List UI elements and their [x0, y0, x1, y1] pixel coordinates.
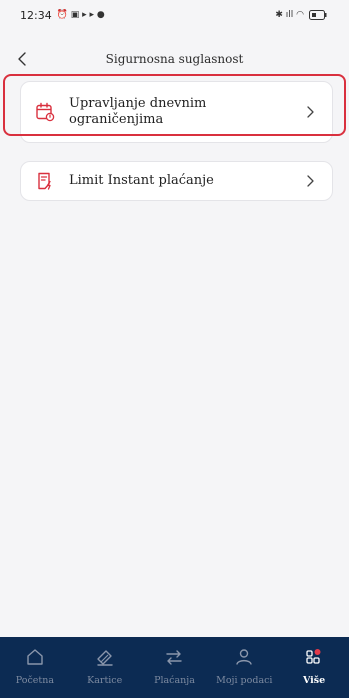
status-right: ✱ ıll ◠	[275, 10, 327, 20]
nav-item-home[interactable]: Početna	[0, 637, 70, 698]
nav-item-cards[interactable]: Kartice	[70, 637, 140, 698]
nav-label: Kartice	[87, 675, 123, 686]
nav-label: Plaćanja	[154, 675, 195, 686]
user-icon	[236, 649, 252, 665]
nav-label: Početna	[15, 675, 55, 686]
status-time: 12:34	[20, 8, 52, 22]
status-left: 12:34 ⏰ ▣ ▸ ▸ ●	[20, 9, 105, 22]
instant-payment-icon	[38, 172, 51, 190]
more-grid-icon	[306, 649, 321, 664]
back-button[interactable]	[10, 46, 34, 72]
menu-item-instant-payment-limit[interactable]: Limit Instant plaćanje	[20, 161, 333, 201]
nav-label: Moji podaci	[216, 675, 273, 686]
chevron-right-icon	[307, 175, 314, 187]
status-bar: 12:34 ⏰ ▣ ▸ ▸ ● ✱ ıll ◠	[0, 0, 349, 30]
chevron-right-icon	[307, 106, 314, 118]
signal-icons: ✱ ıll ◠	[275, 10, 304, 20]
nav-item-my-data[interactable]: Moji podaci	[209, 637, 279, 698]
notification-icons: ⏰ ▣ ▸ ▸ ●	[56, 10, 105, 20]
nav-item-more[interactable]: Više	[279, 637, 349, 698]
nav-item-payments[interactable]: Plaćanja	[140, 637, 210, 698]
card-icon	[96, 650, 113, 666]
chevron-left-icon	[18, 52, 26, 66]
home-icon	[27, 649, 43, 665]
nav-label: Više	[302, 675, 326, 686]
page-title: Sigurnosna suglasnost	[105, 52, 244, 66]
menu-item-label: Limit Instant plaćanje	[69, 173, 214, 188]
battery-icon	[309, 10, 327, 20]
calendar-limit-icon	[36, 102, 55, 122]
transfer-icon	[166, 650, 183, 665]
menu-item-daily-limits[interactable]: Upravljanje dnevnim ograničenjima	[20, 81, 333, 143]
header: Sigurnosna suglasnost	[0, 46, 349, 72]
bottom-navigation: Početna Kartice Plaćanja Moji podaci Viš…	[0, 637, 349, 698]
menu-item-label: Upravljanje dnevnim ograničenjima	[69, 96, 207, 127]
